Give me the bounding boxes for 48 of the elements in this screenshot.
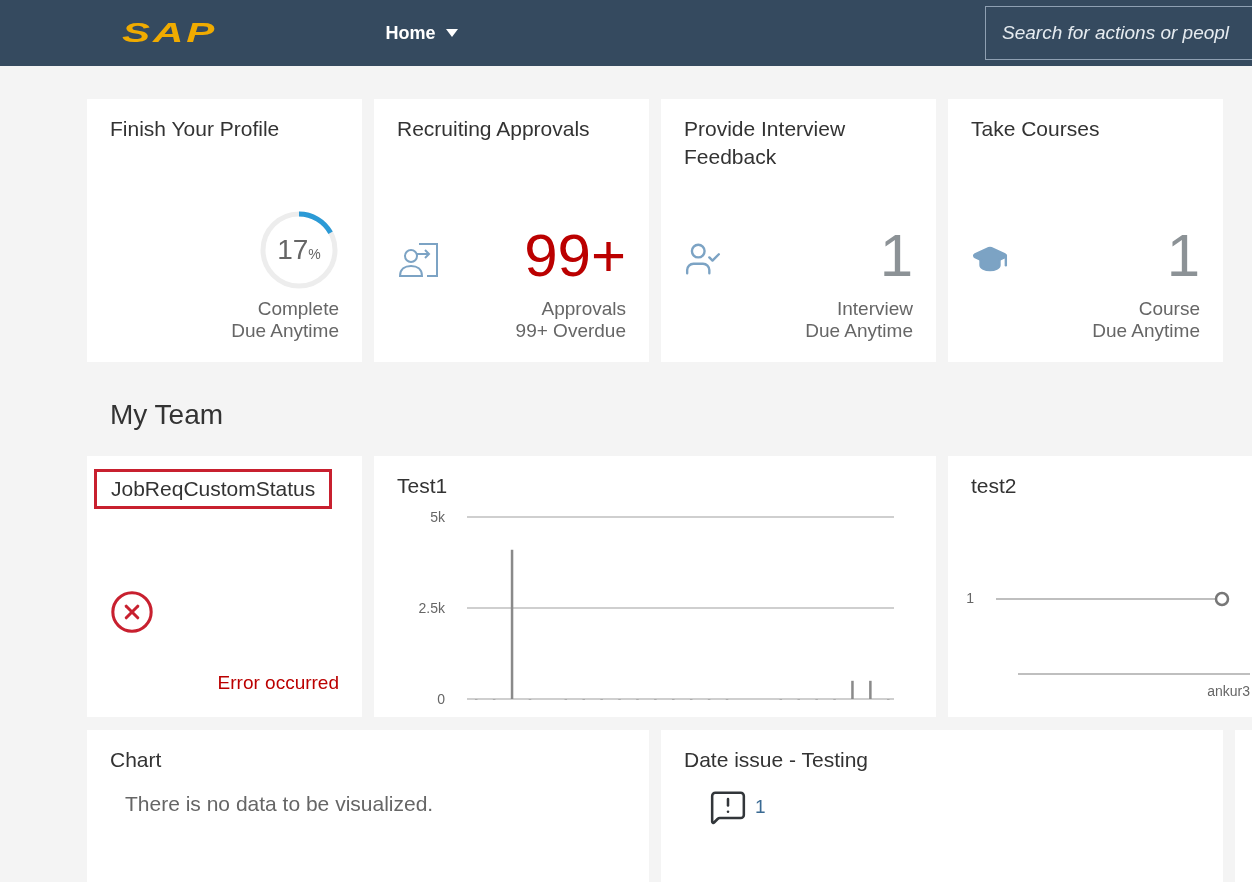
- bar: [851, 680, 854, 699]
- tile-footer: Due Anytime: [1092, 320, 1200, 342]
- tile-title: Finish Your Profile: [110, 116, 281, 142]
- tile[interactable]: Test1 5k 2.5k 0: [374, 456, 936, 717]
- tile[interactable]: JobReqCustomStatus Error occurred: [87, 456, 362, 717]
- axis-label: 1: [965, 589, 975, 608]
- logo[interactable]: SAP: [122, 12, 218, 54]
- progress-value: 17%: [277, 233, 321, 267]
- tile-title: test2: [971, 473, 1017, 499]
- tile-title: Provide Interview Feedback: [684, 116, 847, 170]
- tile[interactable]: Chart There is no data to be visualized.: [87, 730, 649, 882]
- tile-subtitle: Complete: [257, 298, 339, 320]
- tile[interactable]: Take Courses 1 Course Due Anytime: [948, 99, 1223, 362]
- home-menu-button[interactable]: Home: [385, 19, 458, 47]
- tile-title: Test1: [397, 473, 448, 499]
- tile-number: 1: [1166, 224, 1200, 288]
- tile[interactable]: Finish Your Profile 17% Complete Due Anytime: [87, 99, 362, 362]
- axis-label: 5k: [430, 509, 445, 525]
- bar: [869, 680, 872, 699]
- error-icon: [109, 589, 155, 635]
- tile-number: 99+: [524, 224, 626, 288]
- tile-title: Recruiting Approvals: [397, 116, 591, 142]
- tile[interactable]: test2 1 ankur3: [948, 456, 1252, 717]
- tile-subtitle: Course: [1138, 298, 1200, 320]
- tile-title: Chart: [110, 747, 163, 773]
- tile-footer: 99+ Overdue: [515, 320, 626, 342]
- search-field[interactable]: Search for actions or peopl: [985, 6, 1252, 60]
- person-arrow-icon: [397, 242, 441, 278]
- section-title: My Team: [110, 398, 225, 432]
- tile-title: Take Courses: [971, 116, 1101, 142]
- tile[interactable]: Date issue - Testing 1: [661, 730, 1223, 882]
- tile-footer: Due Anytime: [805, 320, 913, 342]
- error-message: Error occurred: [217, 670, 339, 695]
- tile-number: 1: [879, 224, 913, 288]
- no-data-message: There is no data to be visualized.: [125, 791, 435, 817]
- tile-title: JobReqCustomStatus: [94, 469, 333, 509]
- tile[interactable]: Recruiting Approvals 99+ Approvals 99+ Overdue: [374, 99, 649, 362]
- caret-icon: [445, 29, 458, 37]
- tile-title: Date issue - Testing: [684, 747, 870, 773]
- axis-label: 2.5k: [418, 600, 445, 616]
- tile-subtitle: Interview: [836, 298, 913, 320]
- warning-message-icon: [709, 788, 747, 826]
- tile-footer: Due Anytime: [231, 320, 339, 342]
- tile[interactable]: Provide Interview Feedback 1 Interview Due Anytime: [661, 99, 936, 362]
- axis-label: 0: [437, 691, 445, 707]
- axis-label: ankur3: [1207, 681, 1250, 701]
- notice-count: 1: [755, 794, 766, 819]
- tile-subtitle: Approvals: [541, 298, 626, 320]
